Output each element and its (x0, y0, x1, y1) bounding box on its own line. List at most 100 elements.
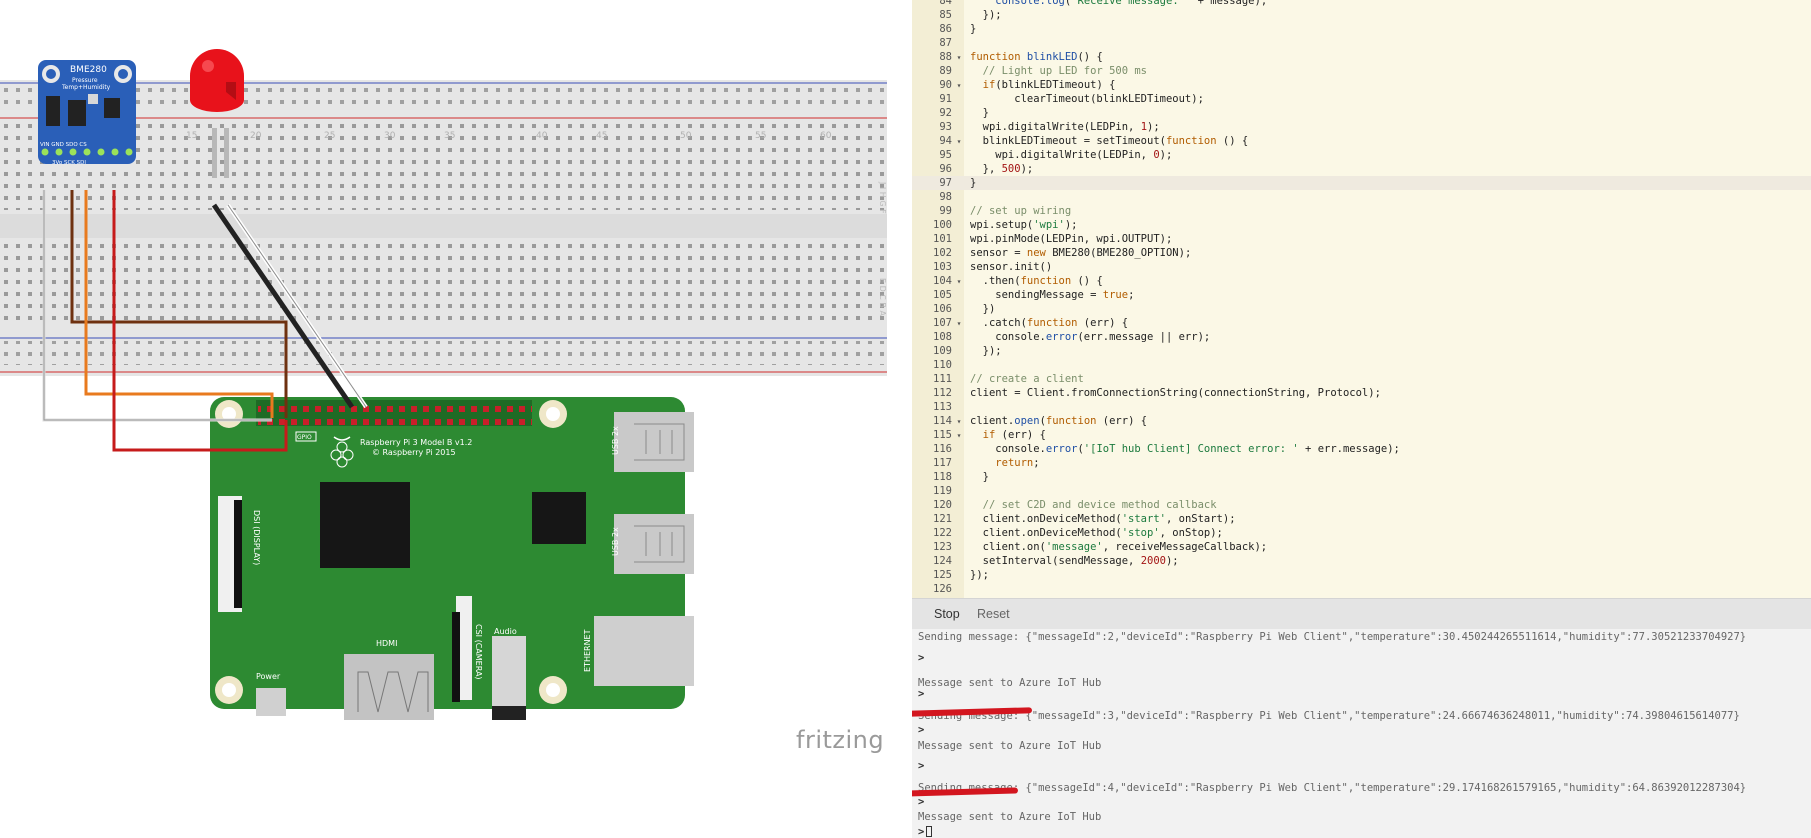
line-number: 84 (939, 0, 952, 7)
code-line[interactable]: 86} (912, 22, 1811, 36)
code-line[interactable]: 125}); (912, 568, 1811, 582)
code-text: wpi.digitalWrite(LEDPin, 1); (964, 120, 1160, 134)
code-line[interactable]: 110 (912, 358, 1811, 372)
code-token: }, (970, 163, 1002, 175)
code-text: }); (964, 568, 989, 582)
code-line[interactable]: 95 wpi.digitalWrite(LEDPin, 0); (912, 148, 1811, 162)
code-line[interactable]: 112 client = Client.fromConnectionString(… (912, 386, 1811, 400)
code-line[interactable]: 108 console.error(err.message || err); (912, 330, 1811, 344)
code-line[interactable]: 115 ▾ if (err) { (912, 428, 1811, 442)
code-token: }); (970, 569, 989, 581)
code-line[interactable]: 123 client.on('message', receiveMessageC… (912, 540, 1811, 554)
console-output-line: Message sent to Azure IoT Hub (918, 676, 1101, 690)
ethernet-port (594, 616, 694, 686)
line-number: 103 (933, 261, 952, 273)
line-number: 119 (933, 485, 952, 497)
code-token: blinkLEDTimeout = setTimeout( (970, 135, 1166, 147)
line-number: 109 (933, 345, 952, 357)
stop-button[interactable]: Stop (934, 607, 960, 621)
col-num: 55 (755, 131, 766, 141)
fold-toggle-icon[interactable]: ▾ (954, 51, 964, 65)
code-line[interactable]: 97} (912, 176, 1811, 190)
code-line[interactable]: 117 return; (912, 456, 1811, 470)
code-line[interactable]: 107 ▾ .catch(function (err) { (912, 316, 1811, 330)
line-number: 101 (933, 233, 952, 245)
gpio-label: GPIO (297, 434, 312, 441)
console-text: > (918, 796, 925, 808)
code-text: sensor.init() (964, 260, 1052, 274)
code-line[interactable]: 106 }) (912, 302, 1811, 316)
code-line[interactable]: 103 sensor.init() (912, 260, 1811, 274)
console-input-cursor[interactable] (926, 826, 933, 837)
code-line[interactable]: 90 ▾ if(blinkLEDTimeout) { (912, 78, 1811, 92)
code-token: wpi.pinMode(LEDPin, wpi.OUTPUT); (970, 233, 1173, 245)
code-token: ); (1165, 555, 1179, 567)
code-token: sendingMessage = (970, 289, 1103, 301)
line-number: 115 (933, 429, 952, 441)
code-line[interactable]: 114 ▾ client.open(function (err) { (912, 414, 1811, 428)
code-line[interactable]: 104 ▾ .then(function () { (912, 274, 1811, 288)
code-token: ; (1033, 457, 1040, 469)
line-number: 125 (933, 569, 952, 581)
code-line[interactable]: 124 setInterval(sendMessage, 2000); (912, 554, 1811, 568)
console-output-line: Sending message: {"messageId":3,"deviceI… (918, 709, 1740, 723)
code-line[interactable]: 109 }); (912, 344, 1811, 358)
code-line[interactable]: 93 wpi.digitalWrite(LEDPin, 1); (912, 120, 1811, 134)
code-text: setInterval(sendMessage, 2000); (964, 554, 1179, 568)
fold-toggle-icon[interactable]: ▾ (954, 317, 964, 331)
code-token: } (970, 23, 977, 35)
reset-button[interactable]: Reset (977, 607, 1010, 621)
code-line[interactable]: 94 ▾ blinkLEDTimeout = setTimeout(functio… (912, 134, 1811, 148)
code-line[interactable]: 100 wpi.setup('wpi'); (912, 218, 1811, 232)
code-line[interactable]: 96 }, 500); (912, 162, 1811, 176)
code-text: // set C2D and device method callback (964, 498, 1217, 512)
code-line[interactable]: 101 wpi.pinMode(LEDPin, wpi.OUTPUT); (912, 232, 1811, 246)
console-text: > (918, 826, 925, 838)
line-number: 104 (933, 275, 952, 287)
code-editor[interactable]: 84 console.log('Receive message: ' + mes… (912, 0, 1811, 598)
code-token: , receiveMessageCallback); (1102, 541, 1268, 553)
code-line[interactable]: 126 (912, 582, 1811, 596)
soc-chip (320, 482, 410, 568)
code-line[interactable]: 118 } (912, 470, 1811, 484)
line-number: 90 (939, 79, 952, 91)
fold-toggle-icon[interactable]: ▾ (954, 415, 964, 429)
fold-toggle-icon[interactable]: ▾ (954, 79, 964, 93)
code-line[interactable]: 111 // create a client (912, 372, 1811, 386)
code-line[interactable]: 85 }); (912, 8, 1811, 22)
code-line[interactable]: 122 client.onDeviceMethod('stop', onStop… (912, 526, 1811, 540)
fold-toggle-icon[interactable]: ▾ (954, 135, 964, 149)
console-output-line: Message sent to Azure IoT Hub (918, 810, 1101, 824)
console-prompt: > (918, 723, 924, 737)
code-line[interactable]: 88 ▾ function blinkLED() { (912, 50, 1811, 64)
code-line[interactable]: 116 console.error('[IoT hub Client] Conn… (912, 442, 1811, 456)
code-line[interactable]: 105 sendingMessage = true; (912, 288, 1811, 302)
fold-toggle-icon[interactable]: ▾ (954, 429, 964, 443)
line-number: 91 (939, 93, 952, 105)
fold-toggle-icon[interactable]: ▾ (954, 275, 964, 289)
code-text: .then(function () { (964, 274, 1103, 288)
code-token: , onStop); (1159, 527, 1223, 539)
bme280-pin-labels-bottom: 3Vo SCK SDI (52, 160, 86, 166)
code-text: client.onDeviceMethod('start', onStart); (964, 512, 1236, 526)
code-token: // set up wiring (970, 205, 1072, 217)
code-line[interactable]: 87 (912, 36, 1811, 50)
output-console[interactable]: Sending message: {"messageId":2,"deviceI… (912, 629, 1811, 838)
code-line[interactable]: 84 console.log('Receive message: ' + mes… (912, 0, 1811, 8)
line-number: 92 (939, 107, 952, 119)
code-text: client.open(function (err) { (964, 414, 1147, 428)
code-line[interactable]: 98 (912, 190, 1811, 204)
code-text: } (964, 470, 989, 484)
code-line[interactable]: 102 sensor = new BME280(BME280_OPTION); (912, 246, 1811, 260)
code-token: client. (970, 415, 1015, 427)
code-text: client.on('message', receiveMessageCallb… (964, 540, 1268, 554)
code-line[interactable]: 92 } (912, 106, 1811, 120)
line-number: 107 (933, 317, 952, 329)
code-line[interactable]: 120 // set C2D and device method callbac… (912, 498, 1811, 512)
code-line[interactable]: 89 // Light up LED for 500 ms (912, 64, 1811, 78)
code-line[interactable]: 91 clearTimeout(blinkLEDTimeout); (912, 92, 1811, 106)
code-line[interactable]: 121 client.onDeviceMethod('start', onSta… (912, 512, 1811, 526)
code-line[interactable]: 99 // set up wiring (912, 204, 1811, 218)
code-line[interactable]: 119 (912, 484, 1811, 498)
code-line[interactable]: 113 (912, 400, 1811, 414)
